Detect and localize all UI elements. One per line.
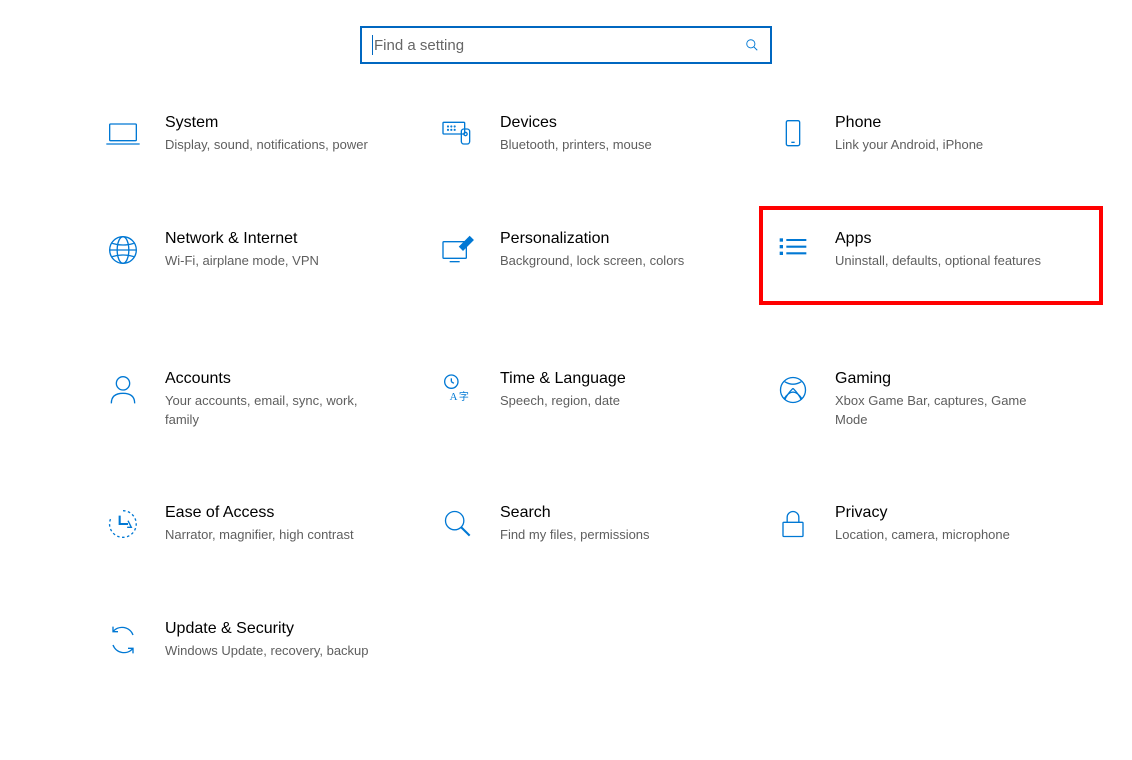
tile-phone[interactable]: Phone Link your Android, iPhone (768, 104, 1103, 165)
tile-desc: Location, camera, microphone (835, 526, 1010, 545)
settings-grid: System Display, sound, notifications, po… (0, 104, 1132, 671)
tile-time-language[interactable]: A字 Time & Language Speech, region, date (433, 360, 768, 440)
tile-gaming[interactable]: Gaming Xbox Game Bar, captures, Game Mod… (768, 360, 1103, 440)
tile-title: Time & Language (500, 370, 626, 388)
paintbrush-icon (438, 230, 478, 270)
tile-title: Phone (835, 114, 983, 132)
tile-title: Network & Internet (165, 230, 319, 248)
tile-desc: Link your Android, iPhone (835, 136, 983, 155)
devices-icon (438, 114, 478, 154)
xbox-icon (773, 370, 813, 410)
tile-desc: Narrator, magnifier, high contrast (165, 526, 354, 545)
tile-network[interactable]: Network & Internet Wi-Fi, airplane mode,… (98, 220, 433, 305)
tile-title: Ease of Access (165, 504, 354, 522)
search-box[interactable] (360, 26, 772, 64)
tile-desc: Uninstall, defaults, optional features (835, 252, 1041, 271)
tile-title: Privacy (835, 504, 1010, 522)
tile-title: Accounts (165, 370, 375, 388)
tile-search[interactable]: Search Find my files, permissions (433, 494, 768, 555)
tile-system[interactable]: System Display, sound, notifications, po… (98, 104, 433, 165)
svg-text:字: 字 (459, 390, 469, 403)
svg-text:A: A (450, 391, 458, 403)
text-cursor (372, 35, 373, 55)
tile-update-security[interactable]: Update & Security Windows Update, recove… (98, 610, 433, 671)
tile-ease-of-access[interactable]: Ease of Access Narrator, magnifier, high… (98, 494, 433, 555)
tile-desc: Find my files, permissions (500, 526, 650, 545)
tile-title: Gaming (835, 370, 1045, 388)
apps-list-icon (773, 230, 813, 270)
tile-title: Update & Security (165, 620, 369, 638)
accessibility-icon (103, 504, 143, 544)
tile-apps[interactable]: Apps Uninstall, defaults, optional featu… (759, 206, 1103, 305)
tile-accounts[interactable]: Accounts Your accounts, email, sync, wor… (98, 360, 433, 440)
tile-title: System (165, 114, 368, 132)
time-language-icon: A字 (438, 370, 478, 410)
magnifier-icon (438, 504, 478, 544)
tile-desc: Background, lock screen, colors (500, 252, 684, 271)
tile-title: Personalization (500, 230, 684, 248)
search-container (0, 0, 1132, 104)
tile-desc: Windows Update, recovery, backup (165, 642, 369, 661)
tile-desc: Display, sound, notifications, power (165, 136, 368, 155)
tile-title: Search (500, 504, 650, 522)
tile-desc: Speech, region, date (500, 392, 626, 411)
person-icon (103, 370, 143, 410)
tile-privacy[interactable]: Privacy Location, camera, microphone (768, 494, 1103, 555)
tile-desc: Bluetooth, printers, mouse (500, 136, 652, 155)
tile-desc: Your accounts, email, sync, work, family (165, 392, 375, 430)
tile-devices[interactable]: Devices Bluetooth, printers, mouse (433, 104, 768, 165)
lock-icon (773, 504, 813, 544)
phone-icon (773, 114, 813, 154)
tile-desc: Wi-Fi, airplane mode, VPN (165, 252, 319, 271)
search-input[interactable] (374, 37, 744, 54)
tile-desc: Xbox Game Bar, captures, Game Mode (835, 392, 1045, 430)
search-icon[interactable] (744, 37, 760, 53)
tile-title: Apps (835, 230, 1041, 248)
tile-personalization[interactable]: Personalization Background, lock screen,… (433, 220, 768, 305)
tile-title: Devices (500, 114, 652, 132)
sync-icon (103, 620, 143, 660)
globe-icon (103, 230, 143, 270)
laptop-icon (103, 114, 143, 154)
